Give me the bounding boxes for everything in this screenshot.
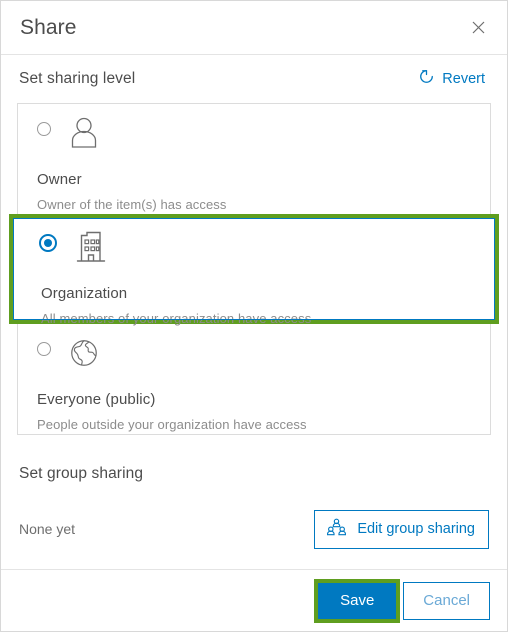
cancel-button[interactable]: Cancel <box>403 581 490 620</box>
radio-everyone[interactable] <box>37 342 51 356</box>
owner-label: Owner <box>37 171 82 188</box>
close-icon[interactable] <box>465 15 491 41</box>
owner-row-top <box>37 116 490 162</box>
group-sharing-status: None yet <box>19 521 76 538</box>
sharing-option-everyone[interactable]: Everyone (public) People outside your or… <box>18 324 490 434</box>
revert-button[interactable]: Revert <box>418 68 489 89</box>
revert-label: Revert <box>442 70 485 87</box>
save-button-highlight: Save <box>314 578 401 623</box>
group-sharing-title: Set group sharing <box>19 465 144 482</box>
everyone-row-top <box>37 338 490 382</box>
group-people-icon <box>326 518 347 541</box>
save-button[interactable]: Save <box>318 582 397 619</box>
everyone-description: People outside your organization have ac… <box>37 417 307 432</box>
building-icon <box>74 230 106 269</box>
revert-circular-arrow-icon <box>418 68 435 89</box>
sharing-option-owner[interactable]: Owner Owner of the item(s) has access <box>18 104 490 214</box>
owner-description: Owner of the item(s) has access <box>37 197 227 212</box>
sharing-option-organization[interactable]: Organization All members of your organiz… <box>9 214 499 326</box>
share-dialog: Share Set sharing level Revert Owner Own… <box>0 0 508 632</box>
organization-label: Organization <box>41 285 128 302</box>
dialog-body: Set sharing level Revert Owner Owner of … <box>1 55 507 569</box>
dialog-footer: Save Cancel <box>1 569 507 631</box>
globe-icon <box>68 336 100 375</box>
radio-organization[interactable] <box>39 234 57 252</box>
group-sharing-row: None yet Edit group sharing <box>17 483 491 549</box>
organization-row-top <box>39 230 495 276</box>
everyone-label: Everyone (public) <box>37 391 156 408</box>
sharing-level-header: Set sharing level Revert <box>17 55 491 102</box>
edit-group-sharing-button[interactable]: Edit group sharing <box>314 510 489 549</box>
page-title: Share <box>20 15 77 39</box>
dialog-header: Share <box>1 1 507 55</box>
radio-owner[interactable] <box>37 122 51 136</box>
sharing-level-title: Set sharing level <box>19 69 136 87</box>
person-icon <box>68 116 100 155</box>
edit-group-sharing-label: Edit group sharing <box>357 521 475 537</box>
sharing-level-card: Owner Owner of the item(s) has access Or… <box>9 103 499 435</box>
